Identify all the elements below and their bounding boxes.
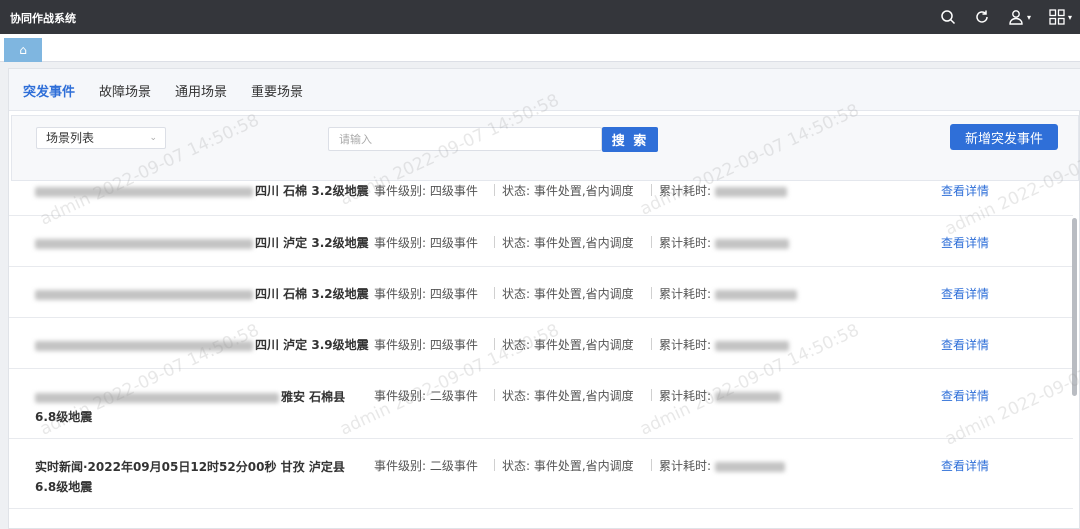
refresh-icon[interactable] [974, 0, 990, 34]
view-detail-link[interactable]: 查看详情 [941, 234, 989, 251]
top-toolbar: ▾ ▾ [922, 0, 1072, 34]
chevron-down-icon: ▾ [1026, 12, 1031, 22]
tab-general-scene[interactable]: 通用场景 [175, 81, 227, 100]
event-level: 事件级别: 四级事件 [374, 184, 478, 198]
search-input[interactable] [328, 127, 602, 151]
event-title: 四川 泸定 3.9级地震 [35, 336, 369, 353]
list-item: 四川 石棉 3.2级地震 事件级别: 四级事件 状态: 事件处置,省内调度 累计… [9, 267, 1073, 318]
apps-menu[interactable]: ▾ [1049, 0, 1072, 34]
view-detail-link[interactable]: 查看详情 [941, 387, 989, 404]
event-title: 四川 石棉 3.2级地震 [35, 285, 369, 302]
event-level: 事件级别: 四级事件 [374, 236, 478, 250]
view-detail-link[interactable]: 查看详情 [941, 457, 989, 474]
list-scrollbar[interactable] [1072, 218, 1077, 396]
tab-important-scene[interactable]: 重要场景 [251, 81, 303, 100]
app-title: 协同作战系统 [10, 12, 76, 25]
list-item: 四川 石棉 3.2级地震 事件级别: 四级事件 状态: 事件处置,省内调度 累计… [9, 181, 1073, 216]
event-title: 雅安 石棉县 6.8级地震 [35, 390, 346, 424]
view-detail-link[interactable]: 查看详情 [941, 285, 989, 302]
event-status: 状态: 事件处置,省内调度 [502, 184, 634, 198]
redacted-text [35, 392, 279, 403]
tab-fault-scene[interactable]: 故障场景 [99, 81, 151, 100]
user-menu[interactable]: ▾ [1008, 0, 1031, 34]
list-item: 四川 泸定 3.9级地震 事件级别: 四级事件 状态: 事件处置,省内调度 累计… [9, 318, 1073, 369]
event-list: 四川 石棉 3.2级地震 事件级别: 四级事件 状态: 事件处置,省内调度 累计… [9, 181, 1073, 529]
event-status: 状态: 事件处置,省内调度 [502, 389, 634, 403]
redacted-text [35, 238, 253, 249]
chevron-down-icon: ⌄ [149, 133, 157, 143]
event-title: 实时新闻·2022年09月05日12时52分00秒 甘孜 泸定县 6.8级地震 [35, 460, 345, 494]
event-elapsed: 累计耗时: [659, 285, 799, 302]
list-item: 雅安 石棉县 6.8级地震 事件级别: 二级事件 状态: 事件处置,省内调度 累计… [9, 369, 1073, 439]
divider [494, 287, 495, 299]
event-elapsed: 累计耗时: [659, 234, 791, 251]
event-elapsed: 累计耗时: [659, 336, 791, 353]
event-title: 四川 石棉 3.2级地震 [35, 182, 369, 199]
event-elapsed: 累计耗时: [659, 457, 787, 474]
event-elapsed: 累计耗时: [659, 182, 789, 199]
divider [494, 389, 495, 401]
redacted-text [35, 289, 253, 300]
event-elapsed: 累计耗时: [659, 387, 783, 404]
apps-grid-icon [1049, 9, 1065, 25]
list-item: 实时新闻·2022年09月05日12时52分00秒 甘孜 泸定县 6.8级地震 事… [9, 439, 1073, 509]
event-status: 状态: 事件处置,省内调度 [502, 236, 634, 250]
event-level: 事件级别: 二级事件 [374, 389, 478, 403]
divider [651, 459, 652, 471]
event-status: 状态: 事件处置,省内调度 [502, 287, 634, 301]
divider [494, 459, 495, 471]
list-item: 四川 泸定 3.2级地震 事件级别: 四级事件 状态: 事件处置,省内调度 累计… [9, 216, 1073, 267]
scene-select[interactable]: 场景列表 ⌄ [36, 127, 166, 149]
scene-select-value: 场景列表 [46, 131, 95, 145]
redacted-text [35, 340, 253, 351]
event-level: 事件级别: 四级事件 [374, 287, 478, 301]
view-detail-link[interactable]: 查看详情 [941, 182, 989, 199]
divider [494, 338, 495, 350]
home-icon: ⌂ [19, 43, 27, 57]
add-emergency-button[interactable]: 新增突发事件 [950, 124, 1058, 150]
event-status: 状态: 事件处置,省内调度 [502, 338, 634, 352]
event-status: 状态: 事件处置,省内调度 [502, 459, 634, 473]
category-tabs: 突发事件 故障场景 通用场景 重要场景 [9, 69, 1080, 111]
search-button[interactable]: 搜 索 [602, 127, 658, 152]
event-level: 事件级别: 二级事件 [374, 459, 478, 473]
divider [494, 184, 495, 196]
event-title: 四川 泸定 3.2级地震 [35, 234, 369, 251]
divider [651, 287, 652, 299]
top-bar: 协同作战系统 ▾ ▾ [0, 0, 1080, 34]
user-icon [1009, 10, 1023, 25]
divider [651, 389, 652, 401]
chevron-down-icon: ▾ [1067, 12, 1072, 22]
search-icon[interactable] [940, 0, 956, 34]
main-panel: 突发事件 故障场景 通用场景 重要场景 场景列表 ⌄ 搜 索 新增突发事件 四川… [8, 68, 1080, 529]
divider [651, 184, 652, 196]
divider [651, 236, 652, 248]
view-detail-link[interactable]: 查看详情 [941, 336, 989, 353]
home-tab[interactable]: ⌂ [4, 38, 42, 62]
redacted-text [35, 186, 253, 197]
event-level: 事件级别: 四级事件 [374, 338, 478, 352]
filter-bar: 场景列表 ⌄ 搜 索 新增突发事件 [11, 115, 1079, 181]
page-tab-bar: ⌂ [0, 34, 1080, 62]
tab-emergency[interactable]: 突发事件 [23, 81, 75, 100]
divider [651, 338, 652, 350]
divider [494, 236, 495, 248]
